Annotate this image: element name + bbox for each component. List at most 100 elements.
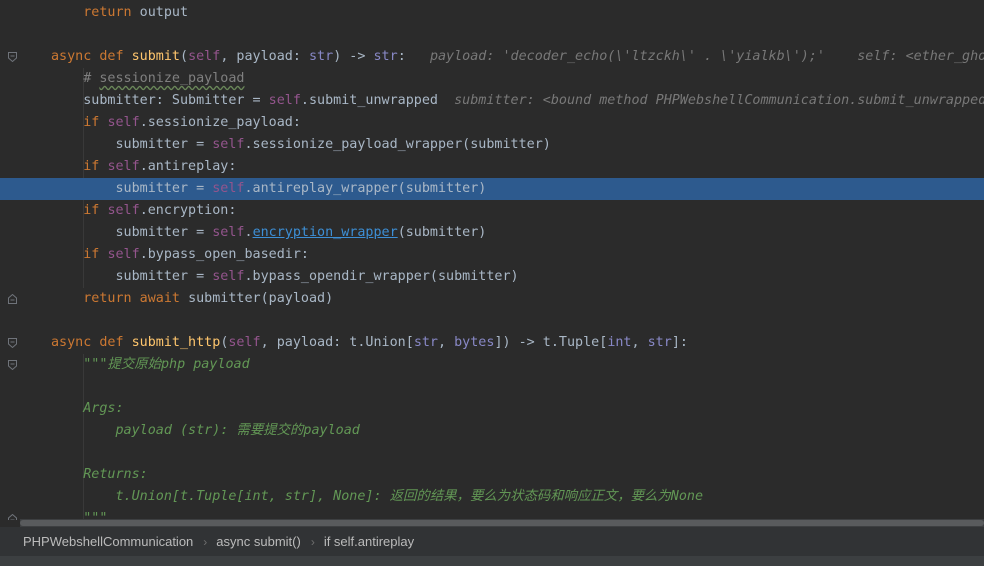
code-token: self [268, 93, 301, 108]
code-token: self [212, 269, 245, 284]
code-token: self [212, 181, 245, 196]
code-line[interactable]: submitter = self.encryption_wrapper(subm… [0, 222, 984, 244]
code-line[interactable]: submitter: Submitter = self.submit_unwra… [0, 90, 984, 112]
code-token: .sessionize_payload_wrapper(submitter) [244, 137, 551, 152]
status-strip [0, 556, 984, 566]
code-text: if self.antireplay: [51, 156, 236, 178]
code-line[interactable]: t.Union[t.Tuple[int, str], None]: 返回的结果，… [0, 486, 984, 508]
code-token: ]) -> t.Tuple[ [494, 335, 608, 350]
code-text: # sessionize_payload [51, 68, 245, 90]
code-token: if [83, 203, 108, 218]
code-token: .bypass_open_basedir: [139, 247, 309, 262]
code-token: submitter = [51, 225, 213, 240]
breadcrumb-item-function[interactable]: async submit() [216, 534, 301, 549]
breadcrumb: PHPWebshellCommunication › async submit(… [0, 527, 984, 556]
code-text: Args: [51, 398, 124, 420]
code-text: async def submit(self, payload: str) -> … [51, 46, 984, 68]
code-line[interactable]: return await submitter(payload) [0, 288, 984, 310]
code-text: """提交原始php payload [51, 354, 249, 376]
code-token: submitter = [51, 181, 213, 196]
code-token: .encryption: [139, 203, 237, 218]
code-line[interactable] [0, 442, 984, 464]
code-line[interactable]: if self.encryption: [0, 200, 984, 222]
code-editor[interactable]: return output async def submit(self, payl… [0, 0, 984, 520]
code-token: , payload: [220, 49, 309, 64]
code-line[interactable]: payload (str): 需要提交的payload [0, 420, 984, 442]
code-token: submitter(payload) [188, 291, 334, 306]
code-line[interactable] [0, 24, 984, 46]
code-line[interactable]: async def submit(self, payload: str) -> … [0, 46, 984, 68]
code-token: self [212, 137, 245, 152]
horizontal-scrollbar-thumb[interactable] [20, 520, 984, 526]
code-token: str [413, 335, 438, 350]
code-token: , payload: t.Union[ [260, 335, 414, 350]
code-line[interactable]: Returns: [0, 464, 984, 486]
breadcrumb-separator-icon: › [310, 534, 315, 549]
code-token: .bypass_opendir_wrapper(submitter) [244, 269, 519, 284]
code-token: submit_http [131, 335, 221, 350]
code-line[interactable] [0, 310, 984, 332]
code-token: self [188, 49, 221, 64]
code-line[interactable]: submitter = self.bypass_opendir_wrapper(… [0, 266, 984, 288]
code-text: if self.bypass_open_basedir: [51, 244, 309, 266]
code-token: async def [51, 49, 132, 64]
code-line[interactable]: if self.bypass_open_basedir: [0, 244, 984, 266]
inline-debug-value: payload: 'decoder_echo(\'ltzckh\' . \'yi… [429, 49, 984, 64]
code-token: : [397, 49, 430, 64]
code-token: sessionize_payload [99, 71, 245, 86]
code-text: t.Union[t.Tuple[int, str], None]: 返回的结果，… [51, 486, 704, 508]
code-text: return output [51, 2, 188, 24]
code-line[interactable]: """提交原始php payload [0, 354, 984, 376]
code-line[interactable]: submitter = self.sessionize_payload_wrap… [0, 134, 984, 156]
code-token: ) -> [333, 49, 374, 64]
horizontal-scrollbar[interactable] [20, 519, 984, 527]
code-token: submitter = [51, 269, 213, 284]
code-token: Args: [83, 401, 124, 416]
code-token: t.Union[t.Tuple[int, str], None]: 返回的结果，… [115, 489, 704, 504]
code-line[interactable]: return output [0, 2, 984, 24]
code-token: self [228, 335, 261, 350]
code-text: submitter: Submitter = self.submit_unwra… [51, 90, 984, 112]
code-token: self [107, 247, 140, 262]
code-text: if self.encryption: [51, 200, 236, 222]
code-token: .antireplay_wrapper(submitter) [244, 181, 487, 196]
code-text: submitter = self.bypass_opendir_wrapper(… [51, 266, 519, 288]
code-token: if [83, 159, 108, 174]
code-token: .sessionize_payload: [139, 115, 301, 130]
code-line[interactable]: Args: [0, 398, 984, 420]
code-token: return [83, 5, 132, 20]
code-text: payload (str): 需要提交的payload [51, 420, 360, 442]
code-text: return await submitter(payload) [51, 288, 333, 310]
code-token: . [244, 225, 253, 240]
code-line[interactable]: if self.sessionize_payload: [0, 112, 984, 134]
code-link[interactable]: encryption_wrapper [253, 225, 398, 240]
code-line[interactable] [0, 376, 984, 398]
code-line-current[interactable]: submitter = self.antireplay_wrapper(subm… [0, 178, 984, 200]
code-token: submitter: Submitter = [51, 93, 269, 108]
code-token: self [212, 225, 245, 240]
code-token: (submitter) [397, 225, 487, 240]
code-token: str [647, 335, 672, 350]
code-token: self [107, 115, 140, 130]
code-token: , [631, 335, 648, 350]
code-token: self [107, 203, 140, 218]
code-token: Returns: [83, 467, 148, 482]
code-line[interactable]: if self.antireplay: [0, 156, 984, 178]
code-text: submitter = self.antireplay_wrapper(subm… [51, 178, 486, 200]
breadcrumb-item-block[interactable]: if self.antireplay [324, 534, 414, 549]
code-line[interactable]: async def submit_http(self, payload: t.U… [0, 332, 984, 354]
code-line[interactable]: # sessionize_payload [0, 68, 984, 90]
breadcrumb-item-class[interactable]: PHPWebshellCommunication [23, 534, 193, 549]
code-text: if self.sessionize_payload: [51, 112, 301, 134]
